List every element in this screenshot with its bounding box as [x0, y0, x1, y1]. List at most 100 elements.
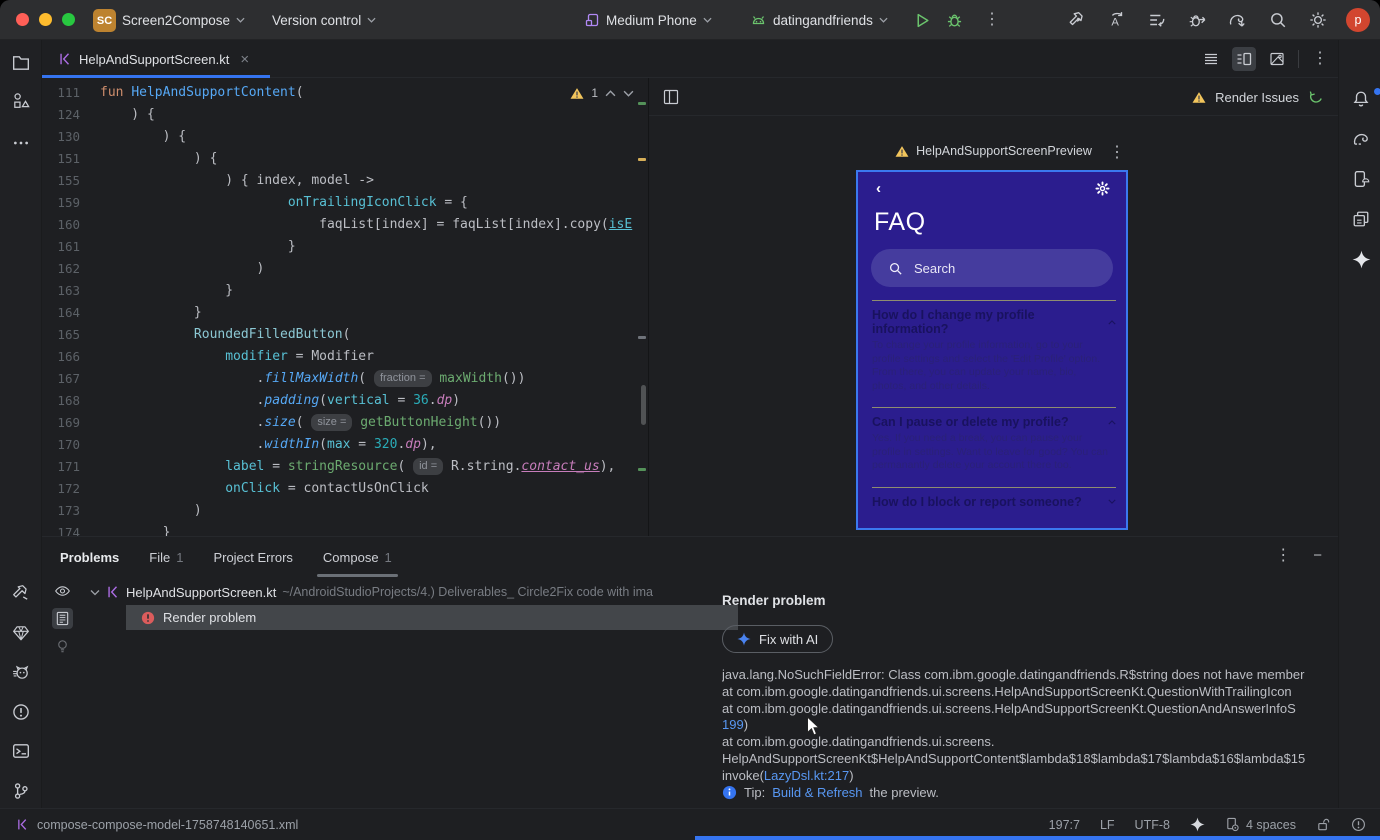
- gradle-sync-icon[interactable]: [1228, 11, 1247, 29]
- problems-tab-project-errors[interactable]: Project Errors: [213, 537, 292, 577]
- close-window-icon[interactable]: [16, 13, 29, 26]
- editor-options-kebab[interactable]: ⋮: [1312, 51, 1328, 67]
- logcat-icon[interactable]: [12, 663, 30, 681]
- settings-gear-icon[interactable]: [1309, 11, 1327, 29]
- search-everywhere-icon[interactable]: [1269, 11, 1287, 29]
- code-line[interactable]: 111 fun HelpAndSupportContent(: [42, 82, 648, 104]
- file-encoding[interactable]: UTF-8: [1135, 818, 1170, 832]
- next-issue-icon[interactable]: [623, 90, 634, 97]
- problems-tab-problems[interactable]: Problems: [60, 537, 119, 577]
- build-refresh-icon[interactable]: [1308, 89, 1324, 105]
- more-tools-icon[interactable]: [12, 134, 30, 152]
- preview-options-kebab[interactable]: ⋮: [1109, 145, 1125, 161]
- code-line[interactable]: 162 ): [42, 258, 648, 280]
- project-selector[interactable]: Screen2Compose: [122, 0, 245, 40]
- code-line[interactable]: 165 RoundedFilledButton(: [42, 324, 648, 346]
- code-line[interactable]: 166 modifier = Modifier: [42, 346, 648, 368]
- code-line[interactable]: 159 onTrailingIconClick = {: [42, 192, 648, 214]
- resource-manager-icon[interactable]: [12, 92, 30, 110]
- code-line[interactable]: 167 .fillMaxWidth( fraction = maxWidth()…: [42, 368, 648, 390]
- code-line[interactable]: 161 }: [42, 236, 648, 258]
- app-quality-insights-icon[interactable]: [12, 624, 30, 642]
- caret-position[interactable]: 197:7: [1049, 818, 1080, 832]
- code-line[interactable]: 164 }: [42, 302, 648, 324]
- code-line[interactable]: 155 ) { index, model ->: [42, 170, 648, 192]
- settings-gear-icon[interactable]: [1095, 181, 1110, 196]
- indent-widget[interactable]: 4 spaces: [1225, 817, 1296, 832]
- faq-question[interactable]: How do I block or report someone?: [872, 488, 1116, 529]
- maximize-window-icon[interactable]: [62, 13, 75, 26]
- render-problem-row[interactable]: Render problem: [126, 605, 738, 630]
- build-run-icon[interactable]: [1068, 11, 1086, 29]
- debug-button[interactable]: [946, 0, 963, 40]
- rename-refactor-icon[interactable]: A: [1108, 11, 1126, 29]
- faq-question[interactable]: Can I pause or delete my profile?: [872, 408, 1116, 432]
- notifications-button[interactable]: [1352, 88, 1380, 108]
- preview-card-header[interactable]: HelpAndSupportScreenPreview: [649, 144, 1338, 158]
- gemini-assistant-icon[interactable]: [1352, 250, 1371, 269]
- preview-eye-icon[interactable]: [54, 583, 71, 599]
- line-separator[interactable]: LF: [1100, 818, 1115, 832]
- apply-changes-icon[interactable]: [1148, 11, 1166, 29]
- code-line[interactable]: 174 }: [42, 522, 648, 536]
- run-config-selector[interactable]: datingandfriends: [750, 0, 888, 40]
- close-tab-icon[interactable]: ×: [240, 51, 249, 68]
- status-alert-icon[interactable]: [1351, 817, 1366, 832]
- problems-tool-icon[interactable]: [12, 703, 30, 721]
- code-line[interactable]: 173 ): [42, 500, 648, 522]
- prev-issue-icon[interactable]: [605, 89, 616, 97]
- code-line[interactable]: 130 ) {: [42, 126, 648, 148]
- more-run-options-button[interactable]: ⋮: [984, 0, 1000, 40]
- build-refresh-link[interactable]: Build & Refresh: [772, 785, 862, 800]
- problems-tab-file[interactable]: File 1: [149, 537, 183, 577]
- gradle-tool-icon[interactable]: [1352, 130, 1371, 148]
- code-line[interactable]: 170 .widthIn(max = 320.dp),: [42, 434, 648, 456]
- design-view-icon[interactable]: [1269, 51, 1285, 67]
- code-line[interactable]: 168 .padding(vertical = 36.dp): [42, 390, 648, 412]
- running-devices-icon[interactable]: [1352, 170, 1370, 188]
- preview-layout-icon[interactable]: [663, 89, 679, 105]
- vcs-selector[interactable]: Version control: [272, 0, 376, 40]
- stripe-mark-green[interactable]: [638, 102, 646, 105]
- stripe-mark-gray[interactable]: [638, 336, 646, 339]
- device-selector[interactable]: Medium Phone: [584, 0, 712, 40]
- code-line[interactable]: 163 }: [42, 280, 648, 302]
- code-line[interactable]: 151 ) {: [42, 148, 648, 170]
- code-line[interactable]: 124 ) {: [42, 104, 648, 126]
- status-file[interactable]: compose-compose-model-1758748140651.xml: [16, 809, 298, 840]
- code-editor[interactable]: 111 fun HelpAndSupportContent(124 ) {130 …: [42, 78, 648, 536]
- editor-scrollbar[interactable]: [641, 385, 646, 425]
- ai-status-sparkle-icon[interactable]: [1190, 817, 1205, 832]
- trace-link[interactable]: LazyDsl.kt:217: [764, 768, 849, 783]
- run-button[interactable]: [914, 0, 931, 40]
- minimize-window-icon[interactable]: [39, 13, 52, 26]
- chevron-down-icon[interactable]: [90, 589, 100, 596]
- stripe-mark-orange[interactable]: [638, 158, 646, 161]
- fix-with-ai-button[interactable]: Fix with AI: [722, 625, 834, 653]
- user-avatar[interactable]: p: [1346, 8, 1370, 32]
- stripe-mark-green2[interactable]: [638, 468, 646, 471]
- tab-helpandsupportscreen[interactable]: HelpAndSupportScreen.kt ×: [42, 40, 270, 78]
- code-view-icon[interactable]: [1203, 51, 1219, 67]
- git-tool-icon[interactable]: [12, 782, 30, 800]
- code-line[interactable]: 172 onClick = contactUsOnClick: [42, 478, 648, 500]
- device-explorer-icon[interactable]: [1352, 210, 1370, 228]
- inspection-widget[interactable]: 1: [570, 86, 634, 100]
- quick-fix-bulb-icon[interactable]: [55, 638, 70, 654]
- build-tool-icon[interactable]: [12, 584, 30, 602]
- project-tool-icon[interactable]: [12, 54, 30, 72]
- faq-search-bar[interactable]: Search: [871, 249, 1113, 287]
- unlock-icon[interactable]: [1316, 817, 1331, 832]
- back-chevron-icon[interactable]: ‹: [876, 180, 881, 197]
- split-view-button[interactable]: [1232, 47, 1256, 71]
- trace-link[interactable]: 199: [722, 717, 744, 732]
- code-line[interactable]: 169 .size( size = getButtonHeight()): [42, 412, 648, 434]
- code-line[interactable]: 171 label = stringResource( id = R.strin…: [42, 456, 648, 478]
- code-line[interactable]: 160 faqList[index] = faqList[index].copy…: [42, 214, 648, 236]
- problems-file-row[interactable]: HelpAndSupportScreen.kt ~/AndroidStudioP…: [90, 581, 738, 603]
- faq-question[interactable]: How do I change my profile information?: [872, 301, 1116, 339]
- problems-tab-compose[interactable]: Compose 1: [316, 537, 398, 577]
- terminal-tool-icon[interactable]: [12, 742, 30, 760]
- render-issues-group[interactable]: Render Issues: [1192, 78, 1324, 116]
- attach-debugger-icon[interactable]: [1188, 11, 1206, 29]
